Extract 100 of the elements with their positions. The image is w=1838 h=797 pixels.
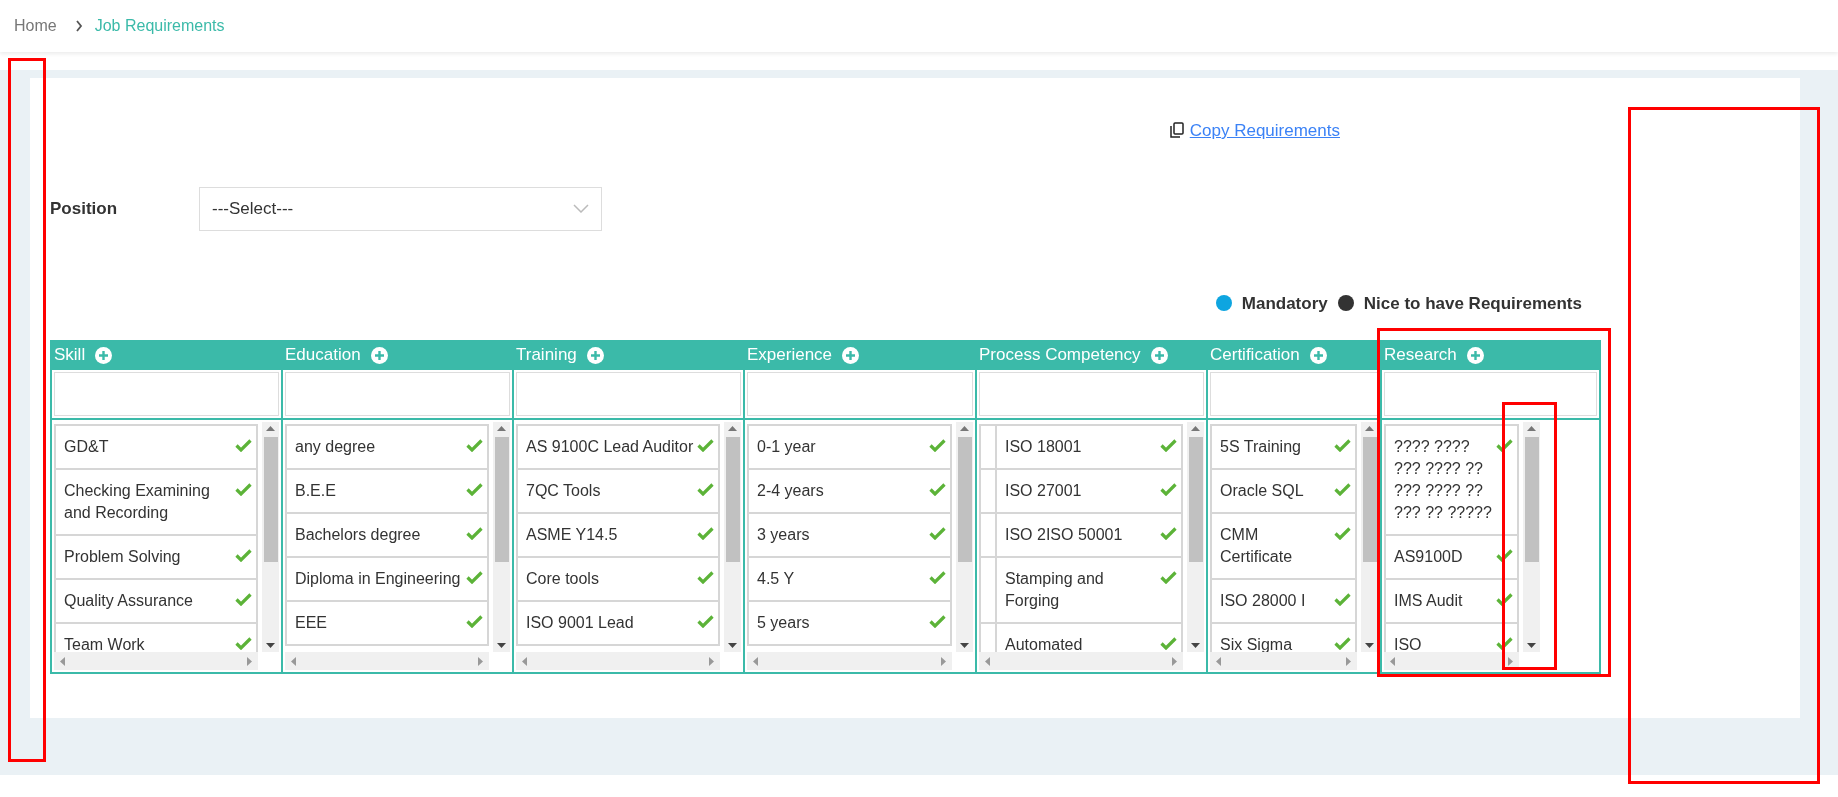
scroll-up-icon[interactable] — [1365, 426, 1374, 431]
scroll-right-icon[interactable] — [709, 656, 714, 666]
position-select[interactable]: ---Select--- — [199, 186, 602, 231]
check-icon — [1160, 439, 1177, 452]
scroll-right-icon[interactable] — [941, 656, 946, 666]
vertical-scrollbar[interactable] — [724, 422, 741, 652]
scroll-down-icon[interactable] — [728, 643, 737, 648]
check-icon — [697, 483, 714, 496]
requirement-item[interactable]: 3 years — [757, 524, 810, 546]
check-icon — [235, 483, 252, 496]
requirement-item[interactable]: 5 years — [757, 612, 810, 634]
scrollbar-thumb[interactable] — [725, 437, 740, 562]
scroll-left-icon[interactable] — [522, 656, 527, 666]
scroll-right-icon[interactable] — [247, 656, 252, 666]
horizontal-scrollbar[interactable] — [1384, 652, 1519, 670]
column-title: Experience — [747, 344, 833, 367]
scroll-up-icon[interactable] — [497, 426, 506, 431]
requirement-item[interactable]: GD&T — [64, 436, 109, 458]
check-icon — [1334, 439, 1351, 452]
add-icon[interactable] — [370, 346, 388, 364]
scroll-up-icon[interactable] — [1191, 426, 1200, 431]
vertical-scrollbar[interactable] — [1523, 422, 1540, 652]
filter-input[interactable] — [1384, 372, 1597, 416]
add-icon[interactable] — [95, 346, 113, 364]
scroll-up-icon[interactable] — [266, 426, 275, 431]
column-title: Skill — [54, 344, 86, 367]
requirement-item[interactable]: ISO — [1394, 634, 1422, 652]
scrollbar-thumb[interactable] — [263, 437, 278, 562]
horizontal-scrollbar[interactable] — [54, 652, 258, 670]
requirement-item[interactable]: Core tools — [526, 568, 599, 590]
scroll-left-icon[interactable] — [291, 656, 296, 666]
copy-requirements-link[interactable]: Copy Requirements — [1169, 118, 1340, 144]
check-icon — [929, 483, 946, 496]
filter-input[interactable] — [285, 372, 510, 416]
scroll-up-icon[interactable] — [728, 426, 737, 431]
scroll-down-icon[interactable] — [1191, 643, 1200, 648]
scroll-up-icon[interactable] — [1527, 426, 1536, 431]
check-icon — [235, 439, 252, 452]
copy-icon — [1169, 122, 1184, 140]
scrollbar-thumb[interactable] — [494, 437, 509, 562]
column-title: Certification — [1210, 344, 1300, 367]
check-icon — [697, 615, 714, 628]
add-icon[interactable] — [1309, 346, 1327, 364]
requirement-item[interactable]: 0-1 year — [757, 436, 816, 458]
requirement-item[interactable]: B.E.E — [295, 480, 336, 502]
scroll-left-icon[interactable] — [1216, 656, 1221, 666]
check-icon — [697, 571, 714, 584]
check-icon — [466, 571, 483, 584]
scroll-right-icon[interactable] — [478, 656, 483, 666]
scroll-down-icon[interactable] — [1527, 643, 1536, 648]
vertical-scrollbar[interactable] — [262, 422, 279, 652]
scroll-down-icon[interactable] — [1365, 643, 1374, 648]
scrollbar-thumb[interactable] — [1524, 437, 1539, 562]
requirement-item[interactable]: ISO 18001 — [1005, 436, 1082, 458]
horizontal-scrollbar[interactable] — [516, 652, 720, 670]
scroll-left-icon[interactable] — [1390, 656, 1395, 666]
requirement-item[interactable]: 7QC Tools — [526, 480, 601, 502]
requirement-item[interactable]: ISO 27001 — [1005, 480, 1082, 502]
chevron-down-icon — [573, 204, 589, 213]
filter-input[interactable] — [1210, 372, 1378, 416]
scroll-left-icon[interactable] — [985, 656, 990, 666]
scrollbar-thumb[interactable] — [957, 437, 972, 562]
horizontal-scrollbar[interactable] — [1210, 652, 1357, 670]
scroll-down-icon[interactable] — [497, 643, 506, 648]
scroll-up-icon[interactable] — [960, 426, 969, 431]
filter-input[interactable] — [516, 372, 741, 416]
add-icon[interactable] — [1150, 346, 1168, 364]
scroll-right-icon[interactable] — [1172, 656, 1177, 666]
vertical-scrollbar[interactable] — [493, 422, 510, 652]
check-icon — [929, 439, 946, 452]
filter-input[interactable] — [54, 372, 279, 416]
scroll-down-icon[interactable] — [960, 643, 969, 648]
filter-input[interactable] — [747, 372, 973, 416]
requirement-item[interactable]: any degree — [295, 436, 376, 458]
requirement-item[interactable]: EEE — [295, 612, 327, 634]
horizontal-scrollbar[interactable] — [747, 652, 952, 670]
scroll-left-icon[interactable] — [60, 656, 65, 666]
breadcrumb-link[interactable]: Home — [14, 14, 57, 38]
filter-input[interactable] — [979, 372, 1204, 416]
scrollbar-thumb[interactable] — [1188, 437, 1203, 562]
vertical-scrollbar[interactable] — [956, 422, 973, 652]
scrollbar-thumb[interactable] — [1362, 437, 1377, 562]
add-icon[interactable] — [1466, 346, 1484, 364]
horizontal-scrollbar[interactable] — [979, 652, 1183, 670]
add-icon[interactable] — [842, 346, 860, 364]
vertical-scrollbar[interactable] — [1187, 422, 1204, 652]
scroll-left-icon[interactable] — [753, 656, 758, 666]
add-icon[interactable] — [586, 346, 604, 364]
scroll-right-icon[interactable] — [1346, 656, 1351, 666]
position-label: Position — [50, 197, 119, 220]
requirement-item[interactable]: 4.5 Y — [757, 568, 795, 590]
column-title: Education — [285, 344, 361, 367]
horizontal-scrollbar[interactable] — [285, 652, 489, 670]
check-icon — [1334, 593, 1351, 606]
scroll-right-icon[interactable] — [1508, 656, 1513, 666]
scroll-down-icon[interactable] — [266, 643, 275, 648]
requirement-item[interactable]: 2-4 years — [757, 480, 824, 502]
check-icon — [929, 615, 946, 628]
check-icon — [1160, 571, 1177, 584]
check-icon — [235, 549, 252, 562]
